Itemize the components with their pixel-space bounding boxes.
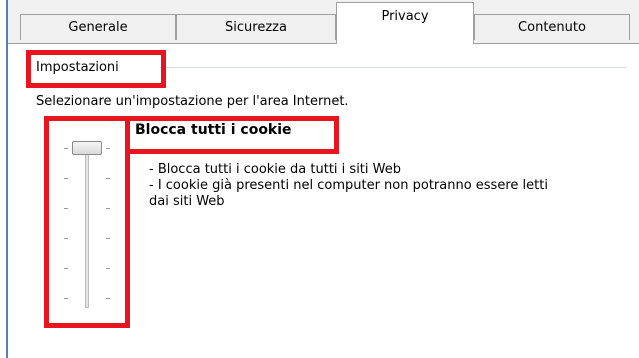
tab-security[interactable]: Sicurezza: [176, 14, 336, 40]
description-line: - Blocca tutti i cookie da tutti i siti …: [149, 162, 401, 177]
zone-instruction-text: Selezionare un'impostazione per l'area I…: [36, 94, 349, 109]
highlight-settings-title: [26, 50, 166, 88]
group-box-top-edge: [160, 67, 626, 68]
tab-privacy[interactable]: Privacy: [336, 2, 474, 44]
description-line: - I cookie già presenti nel computer non…: [149, 178, 548, 193]
tab-general[interactable]: Generale: [20, 14, 176, 40]
tab-privacy-label: Privacy: [381, 9, 429, 24]
tab-content[interactable]: Contenuto: [474, 14, 630, 40]
highlight-privacy-slider: [44, 116, 130, 328]
tab-content-label: Contenuto: [518, 20, 586, 35]
highlight-level-label: [125, 116, 339, 154]
tab-security-label: Sicurezza: [225, 20, 287, 35]
window-left-border: [0, 0, 8, 358]
description-line: dai siti Web: [149, 194, 225, 209]
privacy-level-description: - Blocca tutti i cookie da tutti i siti …: [149, 162, 619, 210]
tab-general-label: Generale: [68, 20, 128, 35]
